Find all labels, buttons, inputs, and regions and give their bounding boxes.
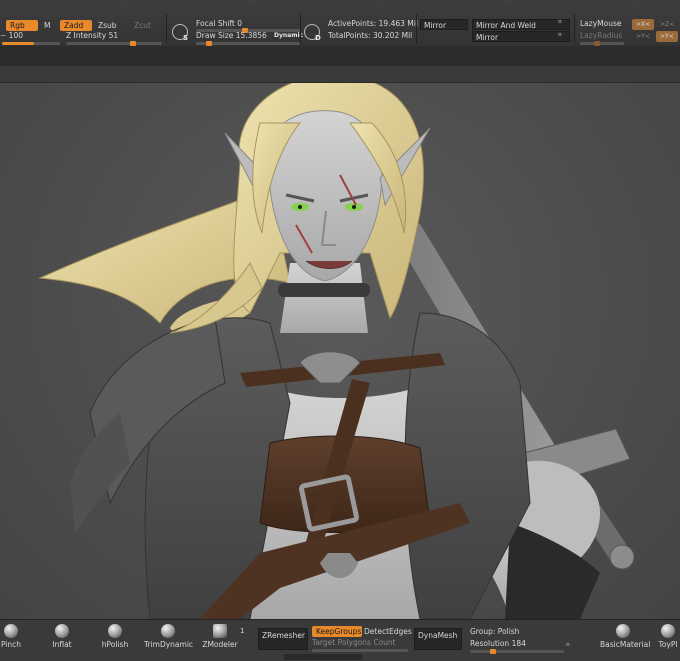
lazy-mouse-button[interactable]: LazyMouse — [580, 19, 621, 29]
active-points-value: 19.463 Mil — [378, 19, 418, 28]
draw-size-value: 15.3856 — [235, 31, 267, 40]
inflat-label: Inflat — [52, 640, 72, 649]
trimdynamic-brush-button[interactable]: TrimDynamic — [144, 624, 194, 649]
hpolish-brush-icon — [108, 624, 122, 638]
toyplastic-label: ToyPl — [658, 640, 678, 649]
rgb-intensity-fill — [2, 42, 34, 45]
draw-size-text: Draw Size — [196, 31, 234, 40]
top-toolbar: Rgb M Zadd Zsub Zcut ~ 100 Z Intensity 5… — [0, 0, 680, 46]
active-points: ActivePoints: 19.463 Mil — [328, 19, 418, 29]
symmetry-y-button-2[interactable]: >Y< — [656, 31, 678, 42]
symmetry-z-button[interactable]: >Z< — [656, 19, 678, 30]
hpolish-brush-button[interactable]: hPolish — [98, 624, 132, 649]
zsub-button[interactable]: Zsub — [94, 20, 121, 31]
resolution: Resolution 184 — [470, 639, 526, 649]
toyplastic-button[interactable]: ToyPl — [656, 624, 680, 649]
target-polygons-slider[interactable] — [312, 649, 408, 652]
toolbar-divider — [574, 14, 575, 44]
keepgroups-button[interactable]: KeepGroups — [312, 626, 362, 637]
mirror-button-2[interactable]: Mirror — [472, 31, 570, 42]
rgb-intensity-value: 100 — [8, 31, 23, 40]
z-intensity-slider[interactable] — [66, 41, 162, 46]
document-canvas[interactable] — [0, 83, 680, 619]
sculpt-render — [38, 83, 635, 619]
symmetry-x-button[interactable]: >X< — [632, 19, 655, 30]
zmodeler-brush-icon — [213, 624, 227, 638]
dynamic-button[interactable]: Dynamic — [270, 30, 307, 41]
lazy-radius-label: LazyRadius — [580, 31, 623, 40]
z-intensity-label: Z Intensity 51 — [66, 31, 118, 41]
draw-size-label: Draw Size 15.3856 — [196, 31, 267, 41]
rgb-intensity-slider[interactable] — [2, 42, 60, 45]
trimdynamic-brush-icon — [161, 624, 175, 638]
total-points: TotalPoints: 30.202 Mil — [328, 31, 412, 41]
d-badge: D — [315, 34, 321, 42]
total-points-value: 30.202 Mil — [372, 31, 413, 40]
rgb-intensity-label: ~ 100 — [0, 31, 23, 40]
z-intensity-text: Z Intensity — [66, 31, 107, 40]
inflat-brush-button[interactable]: Inflat — [48, 624, 76, 649]
total-points-label: TotalPoints: — [328, 31, 371, 40]
draw-size-slider[interactable] — [196, 41, 300, 46]
detectedges-button[interactable]: DetectEdges — [360, 626, 416, 637]
shelf-scrollbar[interactable] — [284, 654, 362, 660]
resolution-knob[interactable] — [490, 649, 496, 654]
group-polish: Group: Polish — [470, 627, 519, 637]
mirror-button[interactable]: Mirror — [420, 19, 468, 30]
resolution-slider[interactable] — [470, 649, 564, 654]
group-value: Polish — [497, 627, 520, 636]
pinch-brush-icon — [4, 624, 18, 638]
dynamesh-button[interactable]: DynaMesh — [414, 628, 462, 650]
zadd-button[interactable]: Zadd — [60, 20, 92, 31]
z-intensity-value: 51 — [108, 31, 119, 40]
toyplastic-icon — [661, 624, 675, 638]
zmodeler-count: 1 — [240, 627, 245, 635]
s-badge: S — [183, 34, 189, 42]
toolbar-divider — [166, 14, 167, 44]
toolbar-divider — [416, 14, 417, 44]
lazy-radius-slider[interactable] — [580, 41, 624, 46]
zmodeler-brush-button[interactable]: ZModeler — [200, 624, 240, 649]
toolbar-divider — [300, 14, 301, 44]
inflat-brush-icon — [55, 624, 69, 638]
zcut-button[interactable]: Zcut — [130, 20, 155, 31]
basicmaterial-button[interactable]: BasicMaterial — [600, 624, 650, 649]
hpolish-label: hPolish — [101, 640, 129, 649]
resolution-label: Resolution — [470, 639, 510, 648]
palette-strip — [0, 46, 680, 66]
zremesher-button[interactable]: ZRemesher — [258, 628, 308, 650]
basicmaterial-label: BasicMaterial — [600, 640, 651, 649]
rgb-button[interactable]: Rgb — [6, 20, 38, 31]
active-points-label: ActivePoints: — [328, 19, 377, 28]
pin-icon[interactable]: ¤ — [566, 640, 570, 650]
target-polygons-label: Target Polygons Count — [312, 638, 396, 647]
zmodeler-label: ZModeler — [202, 640, 238, 649]
pinch-brush-button[interactable]: Pinch — [0, 624, 22, 649]
symmetry-y-button[interactable]: >Y< — [632, 31, 654, 42]
basicmaterial-icon — [616, 624, 630, 638]
trimdynamic-label: TrimDynamic — [144, 640, 194, 649]
m-button[interactable]: M — [40, 20, 54, 31]
mirror-and-weld-button[interactable]: Mirror And Weld — [472, 19, 570, 30]
focal-shift-text: Focal Shift — [196, 19, 235, 28]
group-label: Group: — [470, 627, 496, 636]
resolution-value: 184 — [511, 639, 526, 648]
pinch-label: Pinch — [0, 640, 22, 649]
focal-shift-label: Focal Shift 0 — [196, 19, 242, 29]
pin-icon[interactable]: ¤ — [558, 30, 562, 40]
pin-icon[interactable]: ¤ — [558, 17, 562, 27]
focal-shift-value: 0 — [237, 19, 243, 28]
canvas-header — [0, 66, 680, 83]
